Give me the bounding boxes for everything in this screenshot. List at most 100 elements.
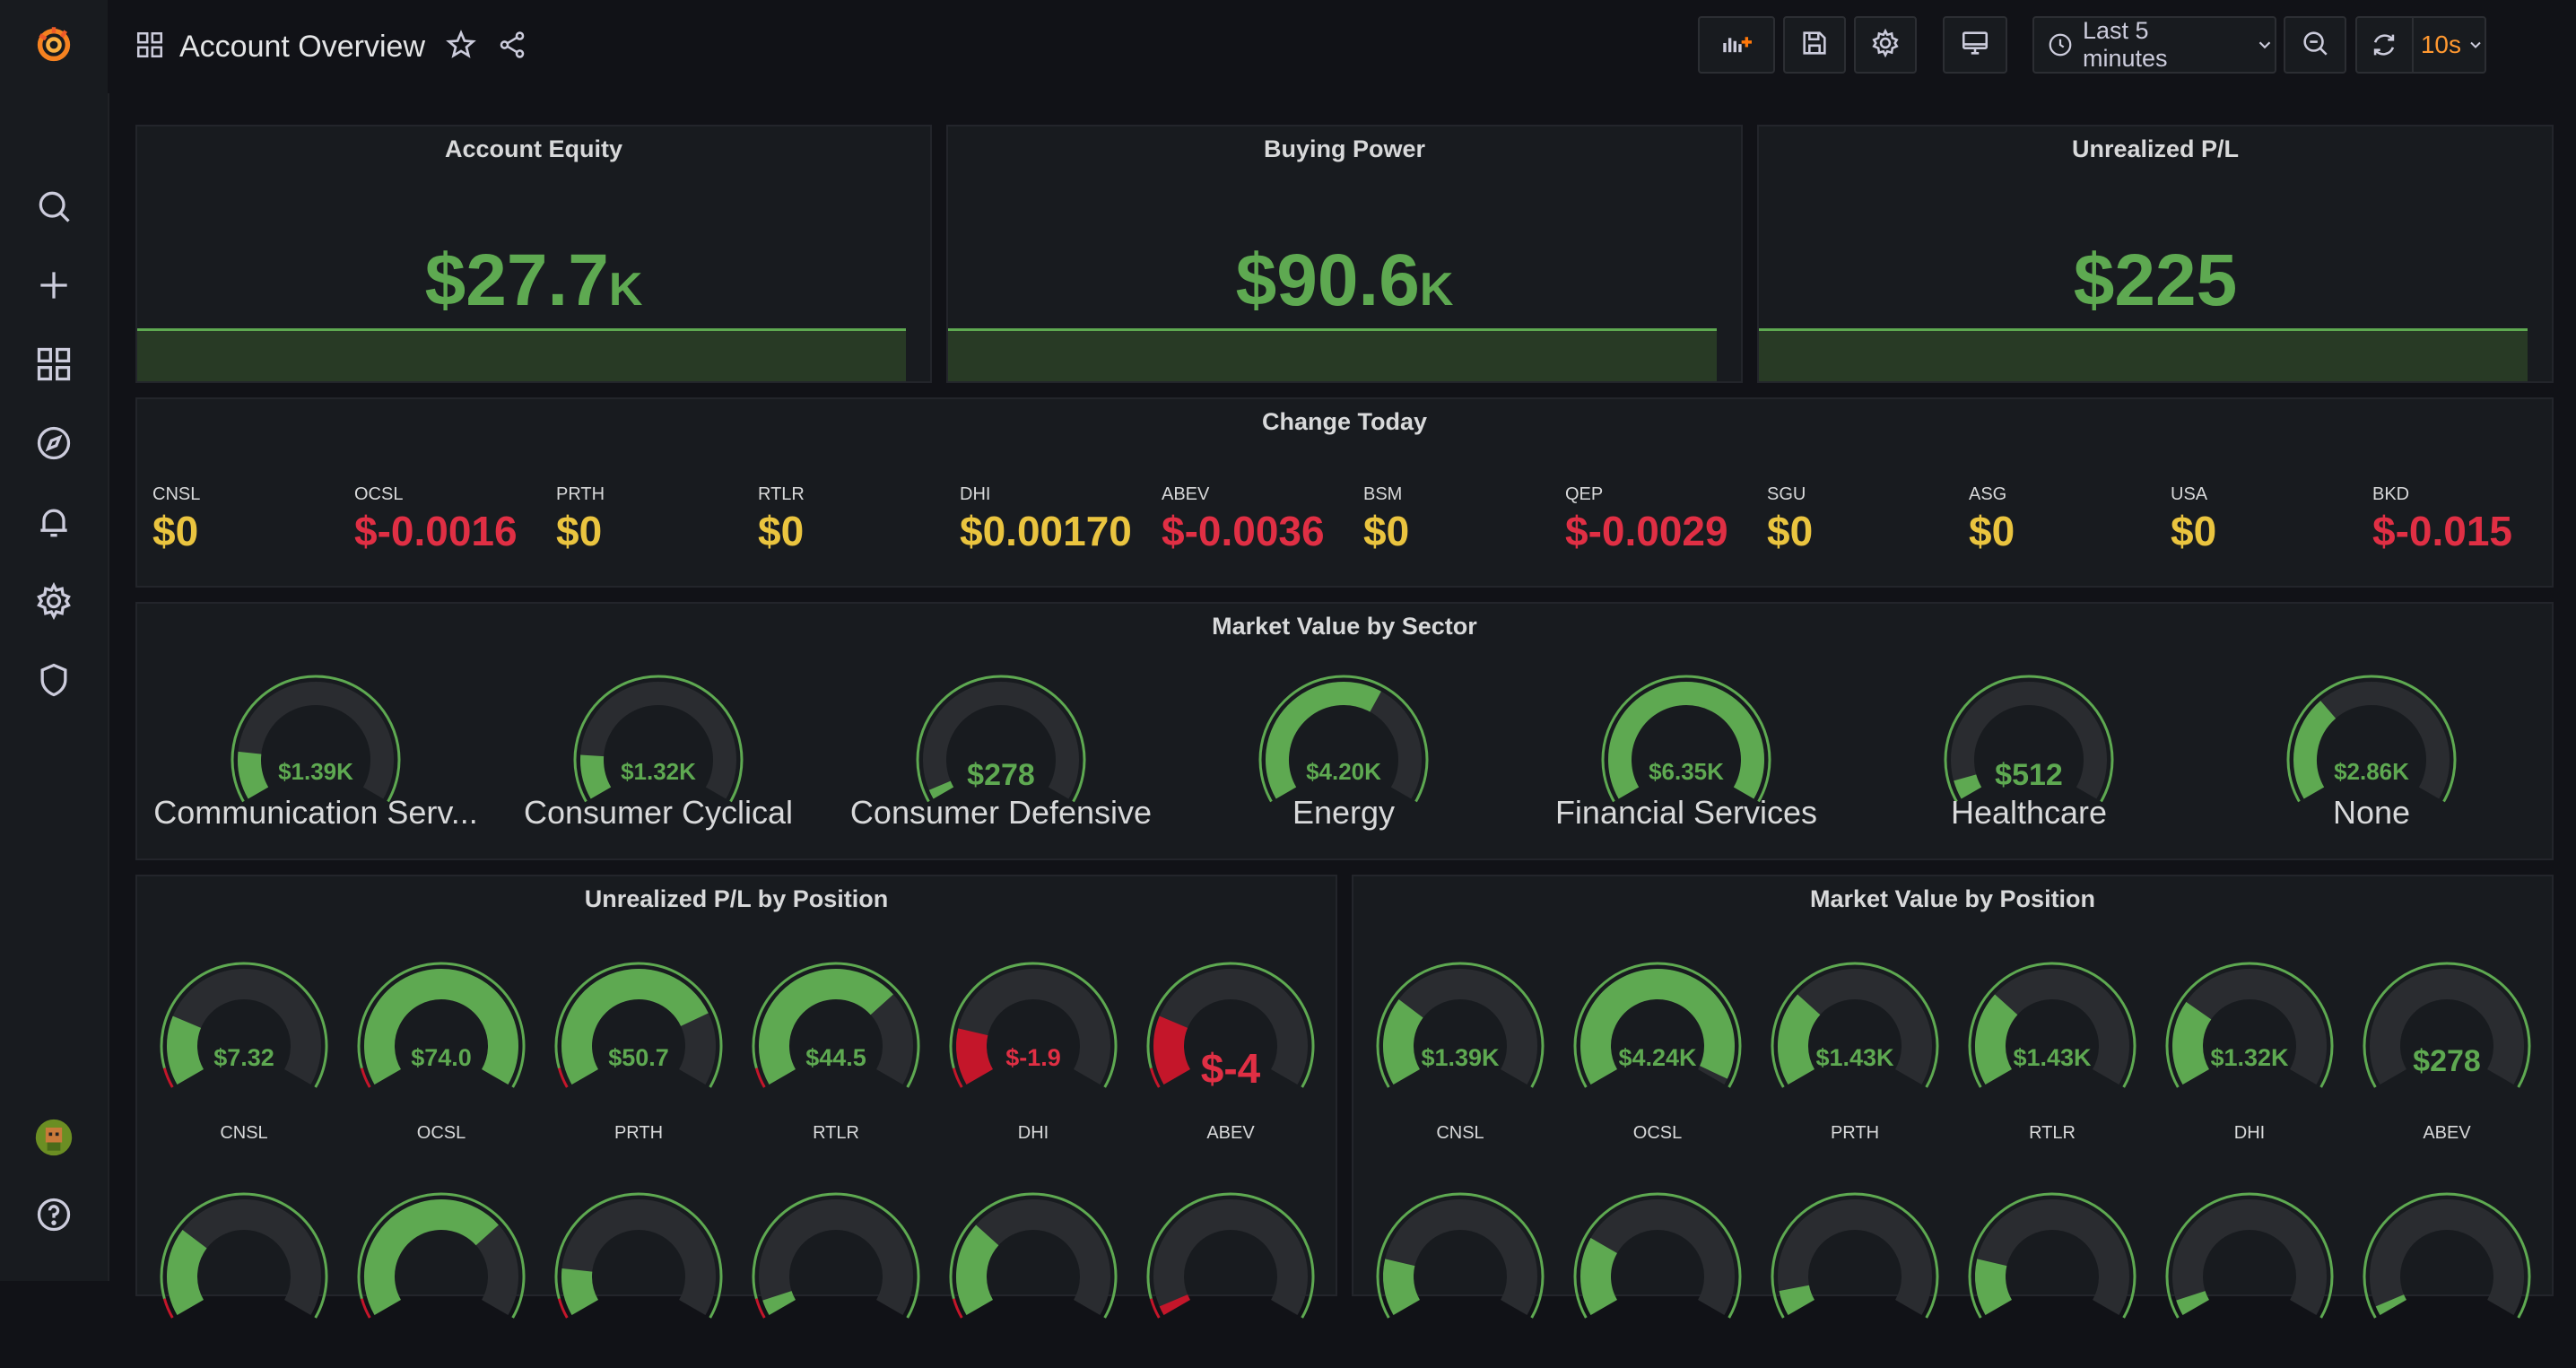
gauge-label: Financial Services — [1554, 794, 1818, 831]
gauge-label: ABEV — [2423, 1123, 2471, 1143]
market-value-by-position-panel[interactable]: Market Value by Position $1.39K CNSL $4.24… — [1352, 875, 2554, 1319]
gauge-label: PRTH — [1830, 1123, 1880, 1143]
change-item: BKD $-0.015 — [2372, 484, 2512, 555]
gauge[interactable] — [2355, 1185, 2538, 1368]
explore-compass-icon[interactable] — [29, 418, 79, 468]
dashboard-settings-button[interactable] — [1854, 16, 1917, 74]
refresh-picker[interactable]: 10s — [2355, 16, 2486, 74]
change-symbol: DHI — [960, 484, 991, 504]
help-question-icon[interactable] — [29, 1189, 79, 1240]
gauge[interactable] — [744, 1185, 927, 1368]
gauge-value: $74.0 — [411, 1044, 472, 1071]
buying-power-value: $90.6K — [1235, 240, 1454, 321]
gauge-track — [1778, 1199, 1932, 1315]
gauge[interactable]: $44.5 — [744, 954, 927, 1137]
gauge-label: OCSL — [1632, 1123, 1683, 1143]
share-icon[interactable] — [497, 30, 527, 65]
unrealized-pl-by-position-panel[interactable]: Unrealized P/L by Position $7.32 CNSL $74.… — [135, 875, 1337, 1319]
gauge[interactable] — [547, 1185, 730, 1368]
gauge[interactable] — [2158, 1185, 2341, 1368]
change-item: DHI $0.00170 — [960, 484, 1132, 555]
buying-power-panel[interactable]: Buying Power $90.6K — [946, 125, 1743, 383]
add-panel-button[interactable] — [1698, 16, 1775, 74]
gauge-label: None — [2332, 794, 2411, 831]
gauge[interactable]: $4.24K — [1566, 954, 1749, 1137]
gauge[interactable] — [350, 1185, 533, 1368]
page-title[interactable]: Account Overview — [179, 30, 425, 65]
gauge[interactable] — [1369, 1185, 1552, 1368]
gauge[interactable] — [152, 1185, 335, 1368]
gauge-value: $2.86K — [2334, 758, 2409, 785]
gauge-label: Consumer Defensive — [849, 794, 1153, 831]
gauge[interactable] — [942, 1185, 1125, 1368]
panel-title: Unrealized P/L by Position — [584, 885, 889, 912]
market-value-by-sector-panel[interactable]: Market Value by Sector $1.39K Communicati… — [135, 602, 2554, 860]
dashboards-icon[interactable] — [29, 339, 79, 389]
dashboard-grid-icon — [135, 30, 165, 65]
change-symbol: QEP — [1565, 484, 1604, 504]
change-value: $-0.0036 — [1162, 508, 1325, 554]
account-equity-panel[interactable]: Account Equity $27.7K — [135, 125, 932, 383]
gauge[interactable]: $1.43K — [1961, 954, 2144, 1137]
gauge[interactable] — [1566, 1185, 1749, 1368]
configuration-gear-icon[interactable] — [29, 576, 79, 626]
change-value: $0 — [2171, 508, 2217, 554]
star-icon[interactable] — [445, 29, 477, 65]
gauge-value: $6.35K — [1649, 758, 1724, 785]
refresh-icon[interactable] — [2357, 18, 2414, 72]
change-value: $0 — [1363, 508, 1410, 554]
gauge-label: Communication Serv... — [153, 794, 478, 831]
sparkline — [948, 328, 1717, 381]
time-range-picker[interactable]: Last 5 minutes — [2032, 16, 2276, 74]
sparkline — [1759, 328, 2528, 381]
change-value: $0 — [758, 508, 805, 554]
save-dashboard-button[interactable] — [1783, 16, 1846, 74]
gauge[interactable]: $1.39K — [1369, 954, 1552, 1137]
user-avatar[interactable] — [29, 1112, 79, 1163]
change-item: QEP $-0.0029 — [1565, 484, 1728, 555]
change-symbol: BKD — [2372, 484, 2410, 504]
gauge-value: $7.32 — [213, 1044, 274, 1071]
gauge[interactable]: $1.32K — [2158, 954, 2341, 1137]
gauge-track — [1580, 1199, 1735, 1315]
gauge[interactable] — [1763, 1185, 1946, 1368]
change-symbol: OCSL — [354, 484, 404, 504]
change-item: ASG $0 — [1969, 484, 2015, 555]
change-value: $0 — [1767, 508, 1814, 554]
zoom-out-button[interactable] — [2284, 16, 2346, 74]
gauge-label: CNSL — [1436, 1123, 1484, 1143]
change-symbol: SGU — [1767, 484, 1806, 504]
gauge[interactable]: $-4 — [1139, 954, 1322, 1137]
search-icon[interactable] — [29, 181, 79, 231]
gauge[interactable]: $50.7 — [547, 954, 730, 1137]
gauge-track — [1383, 1199, 1537, 1315]
gauge-value: $-4 — [1200, 1045, 1261, 1092]
change-item: OCSL $-0.0016 — [354, 484, 518, 555]
gauge[interactable]: $1.43K — [1763, 954, 1946, 1137]
save-icon — [1799, 28, 1830, 63]
grafana-logo-icon[interactable] — [29, 20, 79, 70]
cycle-view-mode-button[interactable] — [1943, 16, 2007, 74]
gauge[interactable] — [1139, 1185, 1322, 1368]
gauge-fill — [561, 1268, 599, 1315]
gauge-value: $1.39K — [278, 758, 353, 785]
gauge-fill — [956, 1224, 999, 1315]
gauge[interactable]: $7.32 — [152, 954, 335, 1137]
gauge[interactable]: $-1.9 — [942, 954, 1125, 1137]
gauge-track — [1975, 1199, 2129, 1315]
server-admin-shield-icon[interactable] — [29, 655, 79, 705]
gauge-fill — [1159, 1294, 1191, 1315]
gauge[interactable] — [1961, 1185, 2144, 1368]
gauge-value: $1.43K — [2013, 1044, 2092, 1071]
sidebar — [0, 0, 109, 1281]
change-today-panel[interactable]: Change Today CNSL $0 OCSL $-0.0016 PRTH $0 RTL… — [135, 397, 2554, 588]
gauge[interactable]: $74.0 — [350, 954, 533, 1137]
gauge[interactable]: $278 — [2355, 954, 2538, 1137]
change-value: $-0.0029 — [1565, 508, 1728, 554]
gauge-label: DHI — [2233, 1123, 2266, 1143]
alerting-bell-icon[interactable] — [29, 497, 79, 547]
refresh-interval-label[interactable]: 10s — [2421, 30, 2461, 59]
unrealized-pl-panel[interactable]: Unrealized P/L $225 — [1757, 125, 2554, 383]
create-plus-icon[interactable] — [29, 260, 79, 310]
gauge-fill — [167, 1230, 208, 1315]
